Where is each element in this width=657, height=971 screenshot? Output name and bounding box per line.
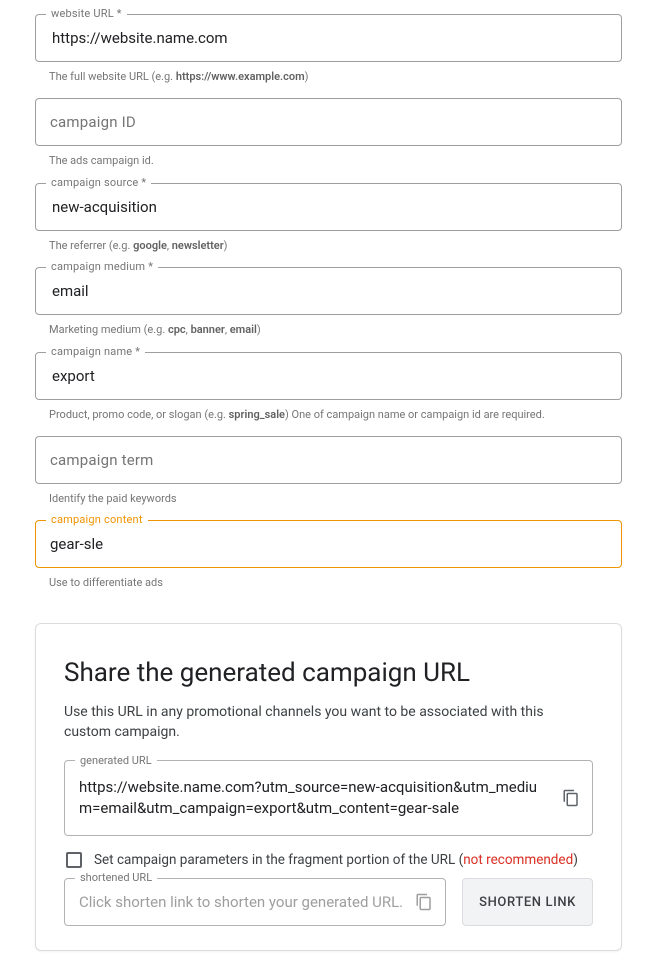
campaign-medium-field: campaign medium * Marketing medium (e.g.…	[35, 267, 622, 337]
website-url-field: website URL * The full website URL (e.g.…	[35, 14, 622, 84]
campaign-term-helper: Identify the paid keywords	[49, 491, 622, 506]
campaign-source-label: campaign source *	[46, 176, 151, 189]
campaign-id-placeholder: campaign ID	[50, 113, 136, 131]
fragment-checkbox-label: Set campaign parameters in the fragment …	[94, 852, 578, 868]
campaign-term-placeholder: campaign term	[50, 451, 154, 469]
generated-url-field[interactable]: generated URL https://website.name.com?u…	[64, 760, 593, 836]
campaign-id-helper: The ads campaign id.	[49, 153, 622, 168]
generated-url-value: https://website.name.com?utm_source=new-…	[79, 778, 537, 817]
copy-icon[interactable]	[562, 788, 580, 808]
campaign-name-input-wrap[interactable]: campaign name *	[35, 352, 622, 400]
share-desc: Use this URL in any promotional channels…	[64, 702, 593, 743]
campaign-medium-label: campaign medium *	[46, 260, 158, 273]
campaign-medium-helper: Marketing medium (e.g. cpc, banner, emai…	[49, 322, 622, 337]
campaign-medium-input-wrap[interactable]: campaign medium *	[35, 267, 622, 315]
campaign-term-input-wrap[interactable]: campaign term	[35, 436, 622, 484]
campaign-name-label: campaign name *	[46, 345, 145, 358]
campaign-name-helper: Product, promo code, or slogan (e.g. spr…	[49, 407, 622, 422]
shortened-url-label: shortened URL	[75, 871, 157, 884]
campaign-medium-input[interactable]	[50, 281, 607, 301]
campaign-source-input-wrap[interactable]: campaign source *	[35, 183, 622, 231]
fragment-checkbox[interactable]	[66, 852, 82, 868]
website-url-input[interactable]	[50, 28, 607, 48]
campaign-source-field: campaign source * The referrer (e.g. goo…	[35, 183, 622, 253]
campaign-id-field: campaign ID The ads campaign id.	[35, 98, 622, 168]
fragment-checkbox-row[interactable]: Set campaign parameters in the fragment …	[66, 852, 593, 868]
generated-url-label: generated URL	[75, 753, 157, 768]
campaign-term-field: campaign term Identify the paid keywords	[35, 436, 622, 506]
shorten-link-button[interactable]: SHORTEN LINK	[462, 878, 593, 926]
website-url-label: website URL *	[46, 7, 127, 20]
campaign-source-input[interactable]	[50, 197, 607, 217]
campaign-content-input-wrap[interactable]: campaign content gear-sle	[35, 520, 622, 568]
shortened-url-field[interactable]: shortened URL Click shorten link to shor…	[64, 878, 446, 926]
share-card: Share the generated campaign URL Use thi…	[35, 623, 622, 952]
campaign-content-label: campaign content	[46, 513, 148, 526]
copy-icon[interactable]	[415, 892, 433, 912]
shortened-url-placeholder: Click shorten link to shorten your gener…	[79, 893, 403, 911]
campaign-id-input-wrap[interactable]: campaign ID	[35, 98, 622, 146]
website-url-input-wrap[interactable]: website URL *	[35, 14, 622, 62]
campaign-name-field: campaign name * Product, promo code, or …	[35, 352, 622, 422]
campaign-content-helper: Use to differentiate ads	[49, 575, 622, 590]
campaign-content-field: campaign content gear-sle Use to differe…	[35, 520, 622, 590]
campaign-name-input[interactable]	[50, 366, 607, 386]
share-heading: Share the generated campaign URL	[64, 658, 593, 688]
campaign-source-helper: The referrer (e.g. google, newsletter)	[49, 238, 622, 253]
website-url-helper: The full website URL (e.g. https://www.e…	[49, 69, 622, 84]
campaign-content-input[interactable]: gear-sle	[50, 535, 607, 553]
